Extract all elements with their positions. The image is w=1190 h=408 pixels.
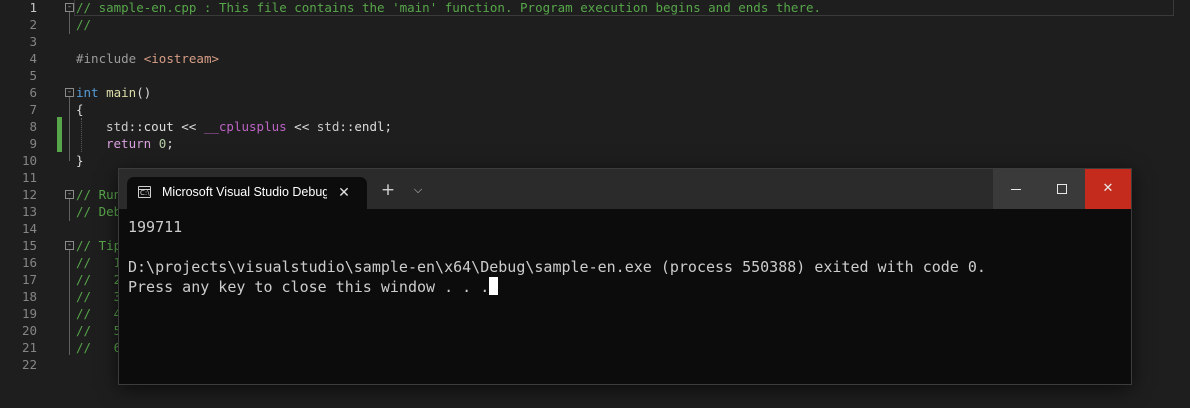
line-number: 7 [29,102,37,117]
line-number: 1 [29,0,37,15]
keyword: return [106,136,152,151]
code-line[interactable]: // 5 [76,322,121,339]
line-number: 16 [21,255,37,270]
line-number: 13 [21,204,37,219]
output-line: Press any key to close this window . . . [128,277,1118,297]
code-line[interactable]: // 4 [76,305,121,322]
indent-guide [81,118,82,152]
maximize-button[interactable] [1039,169,1085,209]
line-number: 5 [29,68,37,83]
identifier: cout [143,119,174,134]
punctuation: () [136,85,152,100]
line-number: 4 [29,51,37,66]
function-name: main [106,85,137,100]
code-line[interactable]: // Tip [76,237,121,254]
operator: << [173,119,204,134]
namespace: std [316,119,340,134]
code-line[interactable]: std::cout << __cplusplus << std::endl; [106,118,392,135]
identifier: endl [354,119,385,134]
line-number: 12 [21,187,37,202]
line-number: 22 [21,357,37,372]
minimize-button[interactable] [993,169,1039,209]
line-number: 2 [29,17,37,32]
fold-toggle-icon[interactable]: - [65,241,74,250]
scope-operator: :: [128,119,144,134]
line-number: 15 [21,238,37,253]
line-number: 6 [29,85,37,100]
tab-title: Microsoft Visual Studio Debug Console [162,185,327,199]
minimize-icon [1011,189,1021,190]
code-line[interactable]: // sample-en.cpp : This file contains th… [74,0,1174,16]
code-line[interactable]: } [76,152,84,169]
code-line[interactable]: return 0; [106,135,174,152]
text-cursor [489,277,499,295]
line-number: 11 [21,170,37,185]
change-indicator [57,117,62,152]
code-line[interactable]: // 2 [76,271,121,288]
line-number: 3 [29,34,37,49]
namespace: std [106,119,129,134]
code-line[interactable]: // 6 [76,339,121,356]
code-line[interactable]: #include <iostream> [76,50,219,67]
keyword: int [76,85,99,100]
maximize-icon [1057,184,1067,194]
fold-guide [69,199,70,221]
punctuation: ; [166,136,174,151]
code-line[interactable]: // [76,16,91,33]
title-bar[interactable]: C:\ Microsoft Visual Studio Debug Consol… [119,169,1131,209]
terminal-icon: C:\ [138,186,151,198]
fold-guide [69,250,70,355]
code-line[interactable]: int main() [76,84,151,101]
code-line[interactable]: { [76,101,84,118]
macro: __cplusplus [203,119,287,134]
preprocessor-directive: #include [76,51,137,66]
line-number: 14 [21,221,37,236]
fold-guide [69,97,70,161]
punctuation: ; [384,119,393,134]
code-line[interactable]: // Run [76,186,121,203]
chevron-down-icon[interactable]: ⌵ [407,179,429,201]
scope-operator: :: [339,119,355,134]
output-line: D:\projects\visualstudio\sample-en\x64\D… [128,258,986,276]
code-line[interactable]: // 3 [76,288,121,305]
include-header: <iostream> [143,51,220,66]
tab-debug-console[interactable]: C:\ Microsoft Visual Studio Debug Consol… [127,177,367,209]
code-line[interactable]: // 1 [76,254,121,271]
line-number: 21 [21,340,37,355]
line-number: 8 [29,119,37,134]
console-output[interactable]: 199711 D:\projects\visualstudio\sample-e… [128,217,1118,297]
close-tab-icon[interactable]: ✕ [333,183,355,203]
operator: << [286,119,317,134]
line-number: 18 [21,289,37,304]
fold-toggle-icon[interactable]: - [65,88,74,97]
fold-guide [69,12,70,34]
close-window-button[interactable]: ✕ [1085,169,1131,209]
code-line[interactable]: // Deb [76,203,121,220]
line-number: 17 [21,272,37,287]
fold-toggle-icon[interactable]: - [65,190,74,199]
output-line: 199711 [128,218,183,236]
fold-toggle-icon[interactable]: - [65,3,74,12]
debug-console-window[interactable]: C:\ Microsoft Visual Studio Debug Consol… [118,168,1132,385]
line-number: 20 [21,323,37,338]
line-number: 10 [21,153,37,168]
prompt-text: Press any key to close this window . . . [128,278,490,296]
new-tab-button[interactable]: + [377,179,399,201]
line-number: 19 [21,306,37,321]
line-number: 9 [29,136,37,151]
